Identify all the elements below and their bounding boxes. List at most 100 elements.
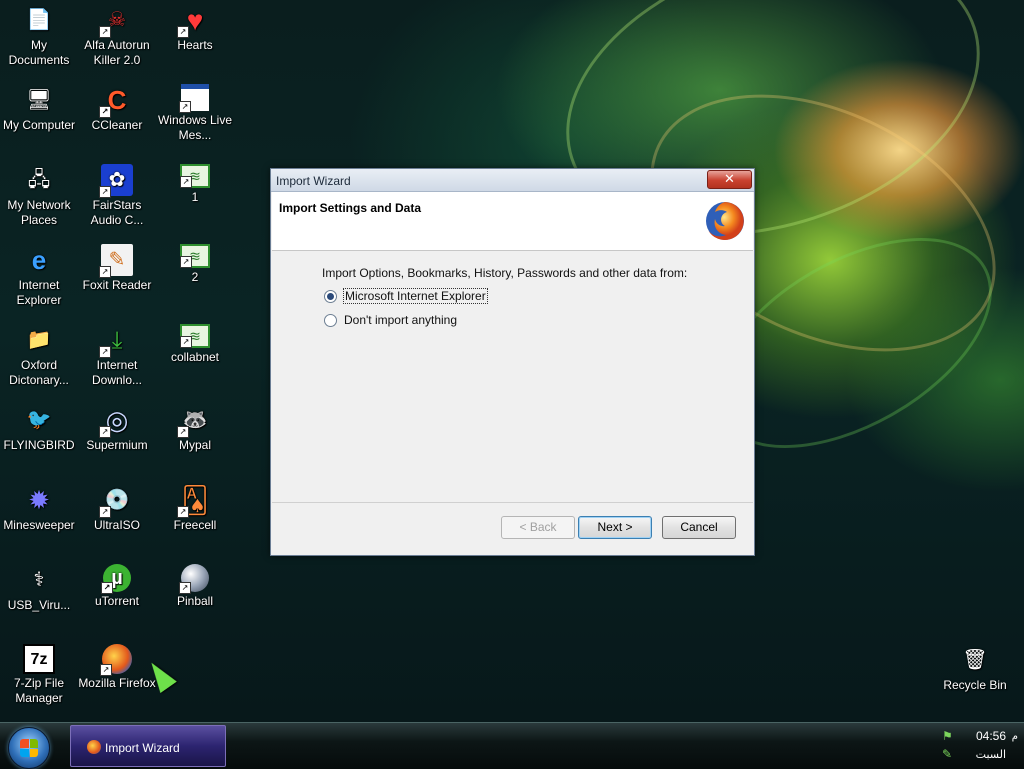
radio-option-internet-explorer[interactable]: Microsoft Internet Explorer — [324, 288, 488, 304]
hearts-icon: ♥ ↗ — [177, 4, 211, 38]
radio-label: Microsoft Internet Explorer — [343, 288, 488, 304]
network-icon: 🖧 — [27, 168, 51, 191]
document-icon: ≋ ↗ — [180, 164, 210, 188]
usb-icon: ⚕ — [33, 568, 45, 591]
desktop-icon-collabnet[interactable]: ≋ ↗ collabnet — [156, 324, 234, 365]
window-icon: ▭↗ — [179, 84, 209, 113]
taskbar-item-import-wizard[interactable]: Import Wizard — [70, 725, 226, 767]
language-tray-icon[interactable]: ✎ — [942, 747, 956, 761]
desktop-icon-my-network-places[interactable]: 🖧 My Network Places — [0, 164, 78, 228]
desktop-icon-minesweeper[interactable]: ✹ Minesweeper — [0, 484, 78, 533]
desktop-icon-fairstars[interactable]: ✿ ↗ FairStars Audio C... — [78, 164, 156, 228]
desktop-icon-my-documents[interactable]: 📄 My Documents — [0, 4, 78, 68]
radio-option-dont-import[interactable]: Don't import anything — [324, 313, 457, 327]
alfa-icon: ☠ ↗ — [99, 4, 133, 38]
shortcut-arrow-icon: ↗ — [177, 426, 189, 438]
desktop-icon-2[interactable]: ≋ ↗ 2 — [156, 244, 234, 285]
start-button[interactable] — [8, 727, 50, 769]
desktop-icon-hearts[interactable]: ♥ ↗ Hearts — [156, 4, 234, 53]
clock-ampm: م — [1011, 731, 1018, 742]
dialog-header: Import Settings and Data — [272, 192, 753, 251]
shortcut-arrow-icon: ↗ — [177, 26, 189, 38]
close-button[interactable]: ✕ — [707, 170, 752, 189]
shortcut-arrow-icon: ↗ — [99, 186, 111, 198]
desktop-icon-windows-live-messenger[interactable]: ▭↗ Windows Live Mes... — [156, 84, 234, 143]
shortcut-arrow-icon: ↗ — [99, 506, 111, 518]
network-tray-icon[interactable]: ⚑ — [942, 729, 956, 743]
document-icon: ≋ ↗ — [180, 244, 210, 268]
desktop-icon-freecell[interactable]: 🂡 ↗ Freecell — [156, 484, 234, 533]
desktop-icon-flyingbird[interactable]: 🐦 FLYINGBIRD — [0, 404, 78, 453]
ultraiso-icon: 💿 ↗ — [99, 484, 133, 518]
shortcut-arrow-icon: ↗ — [99, 106, 111, 118]
desktop-icon-1[interactable]: ≋ ↗ 1 — [156, 164, 234, 205]
clock-day: السبت — [975, 749, 1006, 761]
desktop-icon-ccleaner[interactable]: C ↗ CCleaner — [78, 84, 156, 133]
ie-icon: e — [31, 244, 47, 275]
dialog-heading: Import Settings and Data — [279, 201, 422, 215]
folder-icon: 📁 — [26, 328, 52, 351]
shortcut-arrow-icon: ↗ — [99, 26, 111, 38]
cancel-button[interactable]: Cancel — [662, 516, 736, 539]
shortcut-arrow-icon: ↗ — [177, 506, 189, 518]
shortcut-arrow-icon: ↗ — [99, 346, 111, 358]
taskbar-item-label: Import Wizard — [105, 741, 180, 755]
recycle-bin-icon: 🗑 — [962, 648, 988, 671]
shortcut-arrow-icon: ↗ — [101, 582, 113, 594]
windows-logo-icon — [20, 739, 38, 757]
freecell-icon: 🂡 ↗ — [177, 484, 211, 518]
dialog-body: Import Options, Bookmarks, History, Pass… — [272, 251, 753, 501]
documents-folder-icon: 📄 — [26, 8, 52, 31]
desktop-icon-alfa-autorun-killer[interactable]: ☠ ↗ Alfa Autorun Killer 2.0 — [78, 4, 156, 68]
desktop-icon-utorrent[interactable]: µ ↗ uTorrent — [78, 564, 156, 609]
firefox-logo-icon — [706, 202, 744, 240]
desktop-icon-internet-explorer[interactable]: e Internet Explorer — [0, 244, 78, 308]
shortcut-arrow-icon: ↗ — [179, 101, 191, 113]
shortcut-arrow-icon: ↗ — [179, 582, 191, 594]
radio-button[interactable] — [324, 313, 337, 327]
bird-icon: 🐦 — [26, 408, 52, 431]
desktop-icon-my-computer[interactable]: 🖥 My Computer — [0, 84, 78, 133]
desktop-icon-oxford-dictionary[interactable]: 📁 Oxford Dictonary... — [0, 324, 78, 388]
shortcut-arrow-icon: ↗ — [99, 266, 111, 278]
radio-label: Don't import anything — [344, 313, 458, 327]
document-icon: ≋ ↗ — [180, 324, 210, 348]
desktop-icon-7zip[interactable]: 7z 7-Zip File Manager — [0, 644, 78, 706]
mine-icon: ✹ — [28, 484, 50, 515]
fairstars-icon: ✿ ↗ — [99, 164, 133, 198]
desktop-icon-supermium[interactable]: ◎ ↗ Supermium — [78, 404, 156, 453]
desktop-icon-internet-download-manager[interactable]: ⤓ ↗ Internet Downlo... — [78, 324, 156, 388]
desktop-icon-usb-virus[interactable]: ⚕ USB_Viru... — [0, 564, 78, 613]
idm-icon: ⤓ ↗ — [99, 324, 133, 358]
dialog-title-bar[interactable]: Import Wizard ✕ — [271, 169, 754, 192]
close-icon: ✕ — [724, 171, 735, 186]
desktop-icon-foxit-reader[interactable]: ✎ ↗ Foxit Reader — [78, 244, 156, 293]
radio-button[interactable] — [324, 289, 337, 303]
computer-icon: 🖥 — [26, 88, 52, 111]
desktop-icon-recycle-bin[interactable]: 🗑 Recycle Bin — [936, 644, 1014, 693]
ccleaner-icon: C ↗ — [99, 84, 133, 118]
firefox-icon — [87, 740, 101, 754]
desktop-icon-mypal[interactable]: 🦝 ↗ Mypal — [156, 404, 234, 453]
shortcut-arrow-icon: ↗ — [180, 256, 192, 268]
foxit-icon: ✎ ↗ — [99, 244, 133, 278]
shortcut-arrow-icon: ↗ — [99, 426, 111, 438]
7zip-icon: 7z — [23, 644, 55, 674]
shortcut-arrow-icon: ↗ — [180, 176, 192, 188]
firefox-icon: 🦊↗ — [100, 644, 132, 676]
taskbar: Import Wizard ⚑ ✎ 04:56 م السبت — [0, 722, 1024, 769]
utorrent-icon: µ ↗ — [101, 564, 131, 594]
back-button[interactable]: < Back — [501, 516, 575, 539]
next-button[interactable]: Next > — [578, 516, 652, 539]
clock-time[interactable]: 04:56 — [976, 729, 1006, 743]
desktop-icon-ultraiso[interactable]: 💿 ↗ UltraISO — [78, 484, 156, 533]
shortcut-arrow-icon: ↗ — [180, 336, 192, 348]
dialog-button-bar: < Back Next > Cancel — [272, 502, 753, 555]
shortcut-arrow-icon: ↗ — [100, 664, 112, 676]
import-wizard-dialog: Import Wizard ✕ Import Settings and Data… — [270, 168, 755, 556]
pinball-icon: ●↗ — [179, 564, 209, 594]
dialog-title: Import Wizard — [276, 174, 351, 188]
desktop-icon-pinball[interactable]: ●↗ Pinball — [156, 564, 234, 609]
mypal-icon: 🦝 ↗ — [177, 404, 211, 438]
supermium-icon: ◎ ↗ — [99, 404, 133, 438]
